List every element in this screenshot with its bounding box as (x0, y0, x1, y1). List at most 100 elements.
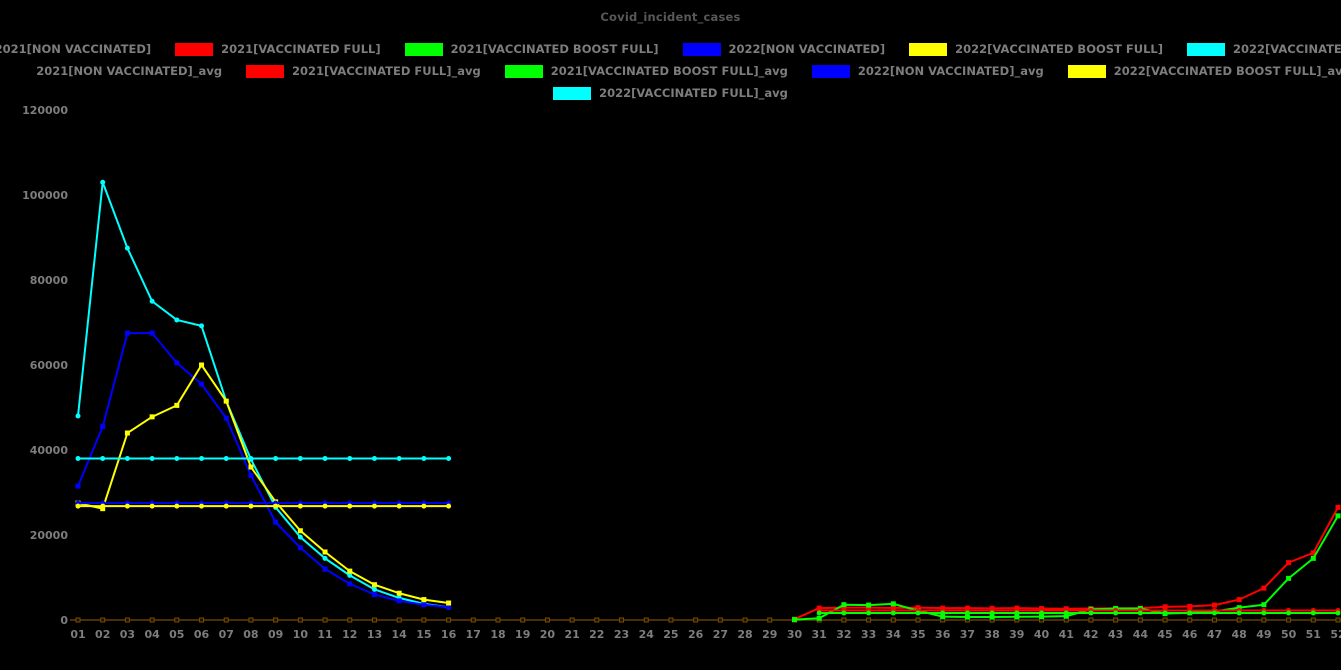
series-marker (125, 331, 130, 336)
x-axis-tick-label: 06 (194, 628, 210, 641)
line-chart: 0200004000060000800001000001200000102030… (0, 0, 1341, 670)
series-line (78, 365, 449, 603)
x-axis-tick-label: 44 (1133, 628, 1149, 641)
series-marker (323, 556, 328, 561)
x-axis-week-marker (496, 618, 500, 622)
x-axis-tick-label: 38 (984, 628, 999, 641)
series-2021-vaccinated-boost-full (792, 513, 1341, 622)
x-axis-tick-label: 22 (589, 628, 604, 641)
series-marker (372, 587, 377, 592)
x-axis-tick-label: 46 (1182, 628, 1198, 641)
x-axis-tick-label: 33 (861, 628, 876, 641)
series-marker (1336, 505, 1341, 510)
series-marker (891, 601, 896, 606)
x-axis-week-marker (200, 618, 204, 622)
series-marker (1237, 597, 1242, 602)
series-2022-vaccinated-full-avg (76, 456, 452, 461)
x-axis-tick-label: 05 (169, 628, 184, 641)
series-marker (125, 456, 130, 461)
series-marker (76, 504, 81, 509)
series-marker (1261, 610, 1266, 615)
series-marker (421, 602, 426, 607)
x-axis-week-marker (1138, 618, 1142, 622)
series-marker (421, 597, 426, 602)
series-marker (125, 246, 130, 251)
series-marker (347, 456, 352, 461)
series-marker (248, 465, 253, 470)
series-2022-non-vaccinated-avg (76, 501, 452, 506)
series-marker (199, 323, 204, 328)
series-marker (990, 610, 995, 615)
series-marker (841, 610, 846, 615)
x-axis-tick-label: 42 (1083, 628, 1098, 641)
x-axis-tick-label: 14 (392, 628, 408, 641)
x-axis-week-marker (76, 618, 80, 622)
x-axis-tick-label: 50 (1281, 628, 1297, 641)
x-axis-tick-label: 20 (540, 628, 556, 641)
series-marker (866, 603, 871, 608)
series-marker (248, 504, 253, 509)
x-axis-week-marker (867, 618, 871, 622)
y-axis-tick-label: 120000 (22, 104, 68, 117)
series-marker (841, 602, 846, 607)
series-marker (347, 504, 352, 509)
series-marker (323, 504, 328, 509)
series-marker (397, 504, 402, 509)
x-axis-tick-label: 02 (95, 628, 110, 641)
series-marker (866, 610, 871, 615)
x-axis-tick-label: 51 (1306, 628, 1321, 641)
series-marker (224, 504, 229, 509)
series-marker (323, 456, 328, 461)
x-axis-tick-label: 27 (713, 628, 728, 641)
x-axis-tick-label: 52 (1330, 628, 1341, 641)
series-marker (446, 456, 451, 461)
series-marker (421, 456, 426, 461)
series-marker (940, 610, 945, 615)
series-marker (1064, 610, 1069, 615)
series-2022-non-vaccinated (76, 331, 452, 610)
series-marker (76, 414, 81, 419)
series-marker (1138, 610, 1143, 615)
series-marker (372, 582, 377, 587)
x-axis-week-marker (1262, 618, 1266, 622)
x-axis-tick-label: 13 (367, 628, 382, 641)
series-marker (125, 504, 130, 509)
series-marker (100, 424, 105, 429)
series-marker (199, 504, 204, 509)
x-axis-tick-label: 47 (1207, 628, 1222, 641)
x-axis-week-marker (224, 618, 228, 622)
series-marker (150, 331, 155, 336)
series-marker (273, 504, 278, 509)
x-axis-tick-label: 28 (737, 628, 752, 641)
series-marker (248, 473, 253, 478)
series-marker (446, 504, 451, 509)
series-marker (1311, 610, 1316, 615)
series-marker (150, 414, 155, 419)
series-marker (298, 528, 303, 533)
x-axis-week-marker (595, 618, 599, 622)
series-marker (199, 456, 204, 461)
series-marker (891, 610, 896, 615)
x-axis-week-marker (1212, 618, 1216, 622)
series-marker (397, 456, 402, 461)
series-marker (1113, 610, 1118, 615)
series-line (794, 516, 1338, 620)
x-axis-week-marker (842, 618, 846, 622)
x-axis-tick-label: 48 (1232, 628, 1247, 641)
series-marker (1261, 586, 1266, 591)
x-axis-tick-label: 09 (268, 628, 283, 641)
series-marker (1261, 602, 1266, 607)
x-axis-week-marker (718, 618, 722, 622)
x-axis-tick-label: 24 (639, 628, 655, 641)
x-axis-week-marker (620, 618, 624, 622)
x-axis-week-marker (447, 618, 451, 622)
x-axis-week-marker (372, 618, 376, 622)
series-marker (150, 456, 155, 461)
x-axis-tick-label: 17 (466, 628, 481, 641)
x-axis-tick-label: 26 (688, 628, 704, 641)
series-line (794, 507, 1338, 619)
series-marker (817, 616, 822, 621)
series-marker (76, 484, 81, 489)
series-marker (248, 456, 253, 461)
series-marker (1336, 610, 1341, 615)
